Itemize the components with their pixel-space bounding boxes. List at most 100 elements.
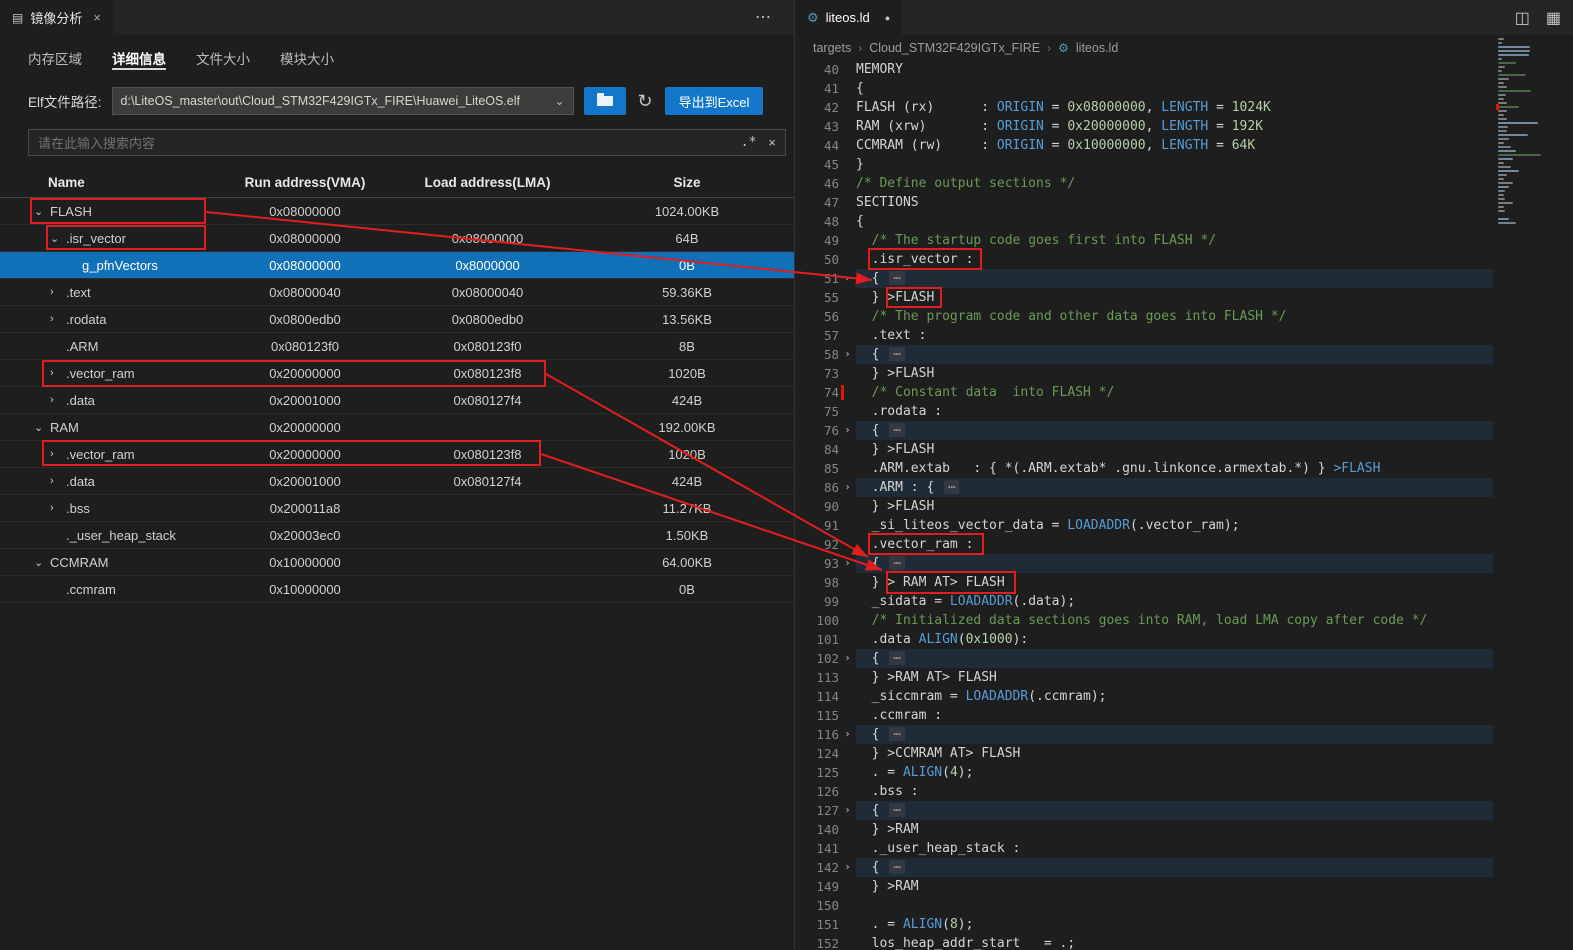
code-line[interactable]: 42FLASH (rx) : ORIGIN = 0x08000000, LENG… xyxy=(795,98,1493,117)
folded-region-ellipsis[interactable]: ⋯ xyxy=(889,423,904,437)
code-line[interactable]: 55 } >FLASH xyxy=(795,288,1493,307)
code-line[interactable]: 114 _siccmram = LOADADDR(.ccmram); xyxy=(795,687,1493,706)
code-line[interactable]: 76› { ⋯ xyxy=(795,421,1493,440)
table-row[interactable]: ›.bss0x200011a811.27KB xyxy=(0,495,794,522)
fold-chevron-icon[interactable]: › xyxy=(839,269,856,288)
table-row[interactable]: .ARM0x080123f00x080123f08B xyxy=(0,333,794,360)
code-line[interactable]: 116› { ⋯ xyxy=(795,725,1493,744)
folded-region-ellipsis[interactable]: ⋯ xyxy=(889,727,904,741)
folded-region-ellipsis[interactable]: ⋯ xyxy=(889,651,904,665)
tab-image-analysis[interactable]: ▤ 镜像分析 × xyxy=(0,0,113,35)
table-row[interactable]: ›.data0x200010000x080127f4424B xyxy=(0,468,794,495)
search-input[interactable]: 请在此输入搜索内容 .* × xyxy=(28,129,786,156)
chevron-collapsed-icon[interactable]: › xyxy=(50,475,66,487)
fold-chevron-icon[interactable]: › xyxy=(839,478,856,497)
code-line[interactable]: 90 } >FLASH xyxy=(795,497,1493,516)
chevron-expanded-icon[interactable]: ⌄ xyxy=(34,421,50,434)
code-line[interactable]: 126 .bss : xyxy=(795,782,1493,801)
tab-liteos-ld[interactable]: ⚙ liteos.ld ● xyxy=(795,0,902,35)
code-line[interactable]: 74 /* Constant data into FLASH */ xyxy=(795,383,1493,402)
chevron-collapsed-icon[interactable]: › xyxy=(50,313,66,325)
chevron-collapsed-icon[interactable]: › xyxy=(50,286,66,298)
chevron-expanded-icon[interactable]: ⌄ xyxy=(34,205,50,218)
tab-detail-info[interactable]: 详细信息 xyxy=(112,48,166,70)
chevron-collapsed-icon[interactable]: › xyxy=(50,394,66,406)
fold-chevron-icon[interactable]: › xyxy=(839,649,856,668)
fold-chevron-icon[interactable]: › xyxy=(839,725,856,744)
code-line[interactable]: 125 . = ALIGN(4); xyxy=(795,763,1493,782)
code-line[interactable]: 124 } >CCMRAM AT> FLASH xyxy=(795,744,1493,763)
code-line[interactable]: 44CCMRAM (rw) : ORIGIN = 0x10000000, LEN… xyxy=(795,136,1493,155)
code-line[interactable]: 140 } >RAM xyxy=(795,820,1493,839)
code-line[interactable]: 40MEMORY xyxy=(795,60,1493,79)
folded-region-ellipsis[interactable]: ⋯ xyxy=(944,480,959,494)
code-line[interactable]: 92 .vector_ram : xyxy=(795,535,1493,554)
close-icon[interactable]: × xyxy=(93,10,101,25)
code-line[interactable]: 91 _si_liteos_vector_data = LOADADDR(.ve… xyxy=(795,516,1493,535)
chevron-expanded-icon[interactable]: ⌄ xyxy=(50,232,66,245)
chevron-expanded-icon[interactable]: ⌄ xyxy=(34,556,50,569)
code-line[interactable]: 113 } >RAM AT> FLASH xyxy=(795,668,1493,687)
fold-chevron-icon[interactable]: › xyxy=(839,554,856,573)
fold-chevron-icon[interactable]: › xyxy=(839,801,856,820)
folded-region-ellipsis[interactable]: ⋯ xyxy=(889,803,904,817)
modified-dot-icon[interactable]: ● xyxy=(885,13,890,23)
code-line[interactable]: 41{ xyxy=(795,79,1493,98)
code-line[interactable]: 151 . = ALIGN(8); xyxy=(795,915,1493,934)
table-row[interactable]: ._user_heap_stack0x20003ec01.50KB xyxy=(0,522,794,549)
regex-icon[interactable]: .* xyxy=(741,135,757,150)
table-row[interactable]: ›.rodata0x0800edb00x0800edb013.56KB xyxy=(0,306,794,333)
code-line[interactable]: 98 } > RAM AT> FLASH xyxy=(795,573,1493,592)
code-line[interactable]: 43RAM (xrw) : ORIGIN = 0x20000000, LENGT… xyxy=(795,117,1493,136)
chevron-collapsed-icon[interactable]: › xyxy=(50,448,66,460)
tab-file-size[interactable]: 文件大小 xyxy=(196,48,250,70)
code-line[interactable]: 100 /* Initialized data sections goes in… xyxy=(795,611,1493,630)
more-actions-icon[interactable]: ⋯ xyxy=(755,7,772,27)
table-row[interactable]: ›.vector_ram0x200000000x080123f81020B xyxy=(0,360,794,387)
code-line[interactable]: 86› .ARM : { ⋯ xyxy=(795,478,1493,497)
code-line[interactable]: 58› { ⋯ xyxy=(795,345,1493,364)
table-row[interactable]: g_pfnVectors0x080000000x80000000B xyxy=(0,252,794,279)
tab-memory-region[interactable]: 内存区域 xyxy=(28,48,82,70)
panel-divider[interactable] xyxy=(794,0,795,950)
table-row[interactable]: ⌄RAM0x20000000192.00KB xyxy=(0,414,794,441)
code-line[interactable]: 73 } >FLASH xyxy=(795,364,1493,383)
minimap[interactable] xyxy=(1498,38,1568,658)
code-line[interactable]: 149 } >RAM xyxy=(795,877,1493,896)
code-line[interactable]: 152 los_heap_addr_start = .; xyxy=(795,934,1493,950)
code-line[interactable]: 49 /* The startup code goes first into F… xyxy=(795,231,1493,250)
table-row[interactable]: ⌄CCMRAM0x1000000064.00KB xyxy=(0,549,794,576)
tab-module-size[interactable]: 模块大小 xyxy=(280,48,334,70)
table-row[interactable]: ⌄FLASH0x080000001024.00KB xyxy=(0,198,794,225)
folded-region-ellipsis[interactable]: ⋯ xyxy=(889,347,904,361)
fold-chevron-icon[interactable]: › xyxy=(839,345,856,364)
code-line[interactable]: 141 ._user_heap_stack : xyxy=(795,839,1493,858)
code-line[interactable]: 51› { ⋯ xyxy=(795,269,1493,288)
code-line[interactable]: 47SECTIONS xyxy=(795,193,1493,212)
export-excel-button[interactable]: 导出到Excel xyxy=(665,87,764,115)
clear-search-icon[interactable]: × xyxy=(768,135,776,150)
refresh-icon[interactable]: ↻ xyxy=(638,91,653,112)
code-line[interactable]: 56 /* The program code and other data go… xyxy=(795,307,1493,326)
code-line[interactable]: 85 .ARM.extab : { *(.ARM.extab* .gnu.lin… xyxy=(795,459,1493,478)
chevron-collapsed-icon[interactable]: › xyxy=(50,502,66,514)
breadcrumb-item[interactable]: targets xyxy=(813,41,851,55)
code-line[interactable]: 127› { ⋯ xyxy=(795,801,1493,820)
code-line[interactable]: 45} xyxy=(795,155,1493,174)
code-line[interactable]: 50 .isr_vector : xyxy=(795,250,1493,269)
table-row[interactable]: .ccmram0x100000000B xyxy=(0,576,794,603)
folded-region-ellipsis[interactable]: ⋯ xyxy=(889,860,904,874)
code-line[interactable]: 99 _sidata = LOADADDR(.data); xyxy=(795,592,1493,611)
code-line[interactable]: 150 xyxy=(795,896,1493,915)
breadcrumb-item[interactable]: Cloud_STM32F429IGTx_FIRE xyxy=(869,41,1040,55)
code-line[interactable]: 57 .text : xyxy=(795,326,1493,345)
fold-chevron-icon[interactable]: › xyxy=(839,858,856,877)
code-line[interactable]: 102› { ⋯ xyxy=(795,649,1493,668)
code-line[interactable]: 48{ xyxy=(795,212,1493,231)
folded-region-ellipsis[interactable]: ⋯ xyxy=(889,271,904,285)
layout-icon[interactable]: ▦ xyxy=(1546,8,1561,28)
code-line[interactable]: 93› { ⋯ xyxy=(795,554,1493,573)
split-editor-icon[interactable]: ◫ xyxy=(1515,8,1530,28)
table-row[interactable]: ›.vector_ram0x200000000x080123f81020B xyxy=(0,441,794,468)
browse-folder-button[interactable] xyxy=(584,87,626,115)
